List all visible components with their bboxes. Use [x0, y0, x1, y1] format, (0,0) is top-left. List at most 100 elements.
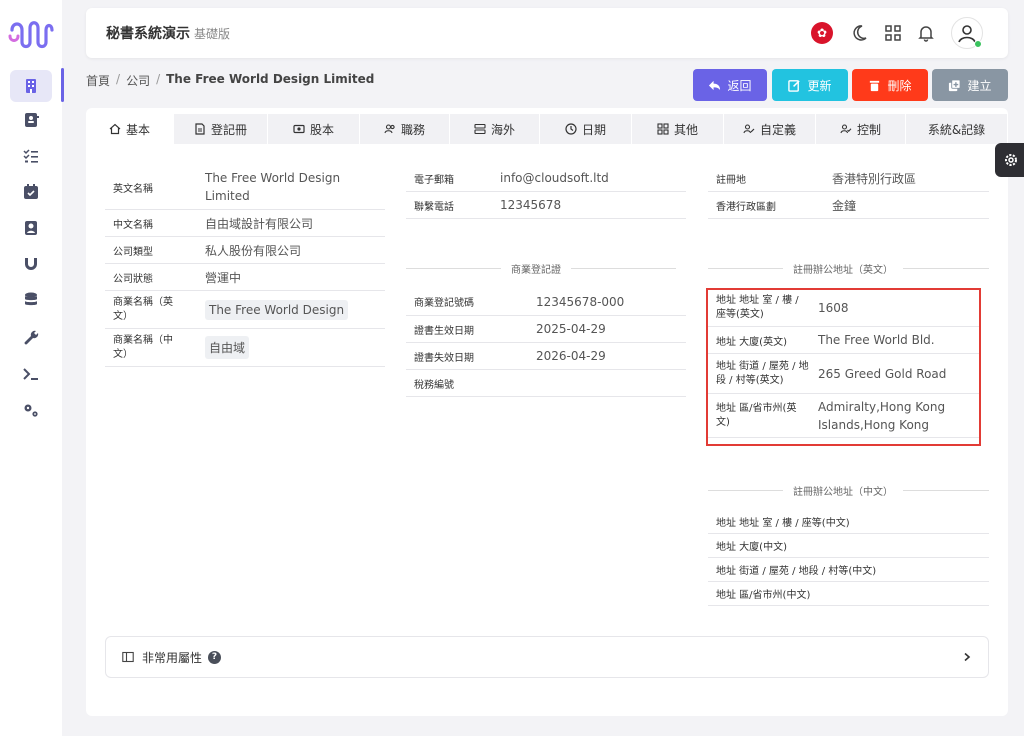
- breadcrumb-separator: /: [156, 72, 161, 86]
- bell-icon[interactable]: [914, 21, 938, 45]
- edit-icon: [788, 79, 801, 92]
- app-title-text: 秘書系統演示: [106, 26, 190, 42]
- users-icon: [384, 124, 395, 134]
- back-button-label: 返回: [727, 78, 752, 93]
- gears-icon: [24, 404, 38, 417]
- delete-button-label: 刪除: [887, 78, 912, 93]
- br-expiry-label: 證書失效日期: [414, 352, 474, 364]
- trade-name-en-chip: The Free World Design: [205, 299, 349, 320]
- back-button[interactable]: 返回: [693, 69, 767, 101]
- br-number-value: 12345678-000: [536, 294, 625, 309]
- field-address-zh-building: 地址 大廈(中文): [708, 534, 989, 558]
- delete-button[interactable]: 刪除: [852, 69, 928, 101]
- english-name-value: The Free World Design Limited: [205, 171, 341, 203]
- field-tax-number: 稅務編號: [406, 370, 686, 397]
- grid-icon: [657, 123, 669, 135]
- tab-bar: 基本 登記冊 股本 職務 海外 日期 其他 自定義 控制 系統&記錄: [86, 114, 1008, 144]
- contact-card-icon: [25, 113, 39, 127]
- top-bar: 秘書系統演示 基礎版 ✿: [86, 8, 1008, 58]
- tab-other[interactable]: 其他: [632, 114, 724, 144]
- sidebar-item-tools[interactable]: [10, 322, 52, 354]
- calendar-check-icon: [24, 184, 38, 199]
- reply-icon: [709, 80, 721, 90]
- br-section-title: 商業登記證: [406, 261, 686, 276]
- tab-system-log[interactable]: 系統&記錄: [906, 114, 1008, 144]
- address-zh-region-label: 地址 區/省市州(中文): [716, 590, 811, 601]
- sidebar-item-address-book[interactable]: [10, 212, 52, 244]
- uncommon-attributes-toggle[interactable]: 非常用屬性 ?: [105, 636, 989, 678]
- tab-register[interactable]: 登記冊: [174, 114, 268, 144]
- br-effective-label: 證書生效日期: [414, 325, 474, 337]
- field-address-zh-region: 地址 區/省市州(中文): [708, 582, 989, 606]
- server-icon: [474, 123, 486, 135]
- sidebar-item-contacts[interactable]: [10, 104, 52, 136]
- breadcrumb-home[interactable]: 首頁: [86, 72, 110, 89]
- help-icon[interactable]: ?: [208, 650, 222, 664]
- br-number-label: 商業登記號碼: [414, 298, 474, 309]
- create-button[interactable]: 建立: [932, 69, 1008, 101]
- trade-name-zh-chip: 自由域: [205, 336, 250, 359]
- breadcrumb-company[interactable]: 公司: [126, 72, 150, 89]
- dark-mode-icon[interactable]: [847, 21, 871, 45]
- divider-line: [903, 268, 989, 269]
- checklist-icon: [23, 149, 38, 163]
- magnet-icon: [25, 258, 37, 270]
- tab-share-capital[interactable]: 股本: [268, 114, 360, 144]
- field-trade-name-zh: 商業名稱（中文） 自由域: [105, 329, 385, 367]
- tab-custom[interactable]: 自定義: [724, 114, 816, 144]
- sidebar-item-database[interactable]: [10, 284, 52, 316]
- sidebar-item-settings[interactable]: [10, 394, 52, 426]
- registration-place-label: 註冊地: [716, 174, 746, 186]
- tab-register-label: 登記冊: [210, 122, 247, 137]
- tab-dates-label: 日期: [581, 122, 606, 137]
- field-registration-place: 註冊地 香港特別行政區: [708, 165, 989, 192]
- database-icon: [25, 292, 37, 306]
- chevron-right-icon[interactable]: [962, 652, 972, 662]
- apps-grid-icon[interactable]: [881, 21, 905, 45]
- user-check-icon: [840, 124, 852, 134]
- trash-icon: [870, 80, 880, 91]
- br-expiry-value: 2026-04-29: [536, 349, 606, 363]
- sidebar-item-company[interactable]: [10, 70, 52, 102]
- field-address-zh-street: 地址 街道 / 屋苑 / 地段 / 村等(中文): [708, 558, 989, 582]
- sidebar-item-tasks[interactable]: [10, 140, 52, 172]
- basic-info-fields: 英文名稱 The Free World Design Limited 中文名稱 …: [105, 165, 385, 367]
- app-edition: 基礎版: [194, 27, 231, 41]
- field-company-type: 公司類型 私人股份有限公司: [105, 237, 385, 264]
- columns-icon: [122, 651, 134, 663]
- field-company-status: 公司狀態 營運中: [105, 264, 385, 291]
- user-avatar[interactable]: [951, 17, 983, 49]
- update-button[interactable]: 更新: [772, 69, 848, 101]
- registration-place-value: 香港特別行政區: [832, 171, 917, 186]
- field-email: 電子郵箱 info@cloudsoft.ltd: [406, 165, 686, 192]
- company-type-label: 公司類型: [113, 246, 153, 258]
- chinese-name-label: 中文名稱: [113, 219, 153, 231]
- tab-positions[interactable]: 職務: [360, 114, 450, 144]
- gear-icon: [1005, 154, 1017, 166]
- sidebar-item-magnet[interactable]: [10, 248, 52, 280]
- tab-dates[interactable]: 日期: [540, 114, 632, 144]
- wrench-icon: [24, 330, 39, 345]
- chinese-name-value: 自由域設計有限公司: [205, 216, 314, 231]
- sidebar-item-terminal[interactable]: [10, 358, 52, 390]
- tab-overseas-label: 海外: [490, 122, 515, 137]
- tab-other-label: 其他: [673, 122, 698, 137]
- divider-line: [708, 268, 783, 269]
- tab-overseas[interactable]: 海外: [450, 114, 540, 144]
- br-fields: 商業登記號碼 12345678-000 證書生效日期 2025-04-29 證書…: [406, 288, 686, 397]
- divider-line: [406, 268, 501, 269]
- breadcrumb-separator: /: [116, 72, 121, 86]
- address-zh-room-label: 地址 地址 室 / 樓 / 座等(中文): [716, 518, 850, 529]
- address-zh-fields: 地址 地址 室 / 樓 / 座等(中文) 地址 大廈(中文) 地址 街道 / 屋…: [708, 510, 989, 606]
- document-icon: [195, 123, 205, 135]
- field-br-expiry: 證書失效日期 2026-04-29: [406, 343, 686, 370]
- company-status-value: 營運中: [205, 270, 242, 285]
- tab-basic[interactable]: 基本: [86, 114, 174, 144]
- hk-flag-icon[interactable]: ✿: [811, 22, 833, 44]
- company-status-label: 公司狀態: [113, 273, 153, 285]
- tab-custom-label: 自定義: [759, 122, 796, 137]
- sidebar-item-calendar[interactable]: [10, 176, 52, 208]
- settings-float-button[interactable]: [995, 143, 1024, 177]
- app-logo[interactable]: [8, 16, 54, 54]
- tab-control[interactable]: 控制: [816, 114, 906, 144]
